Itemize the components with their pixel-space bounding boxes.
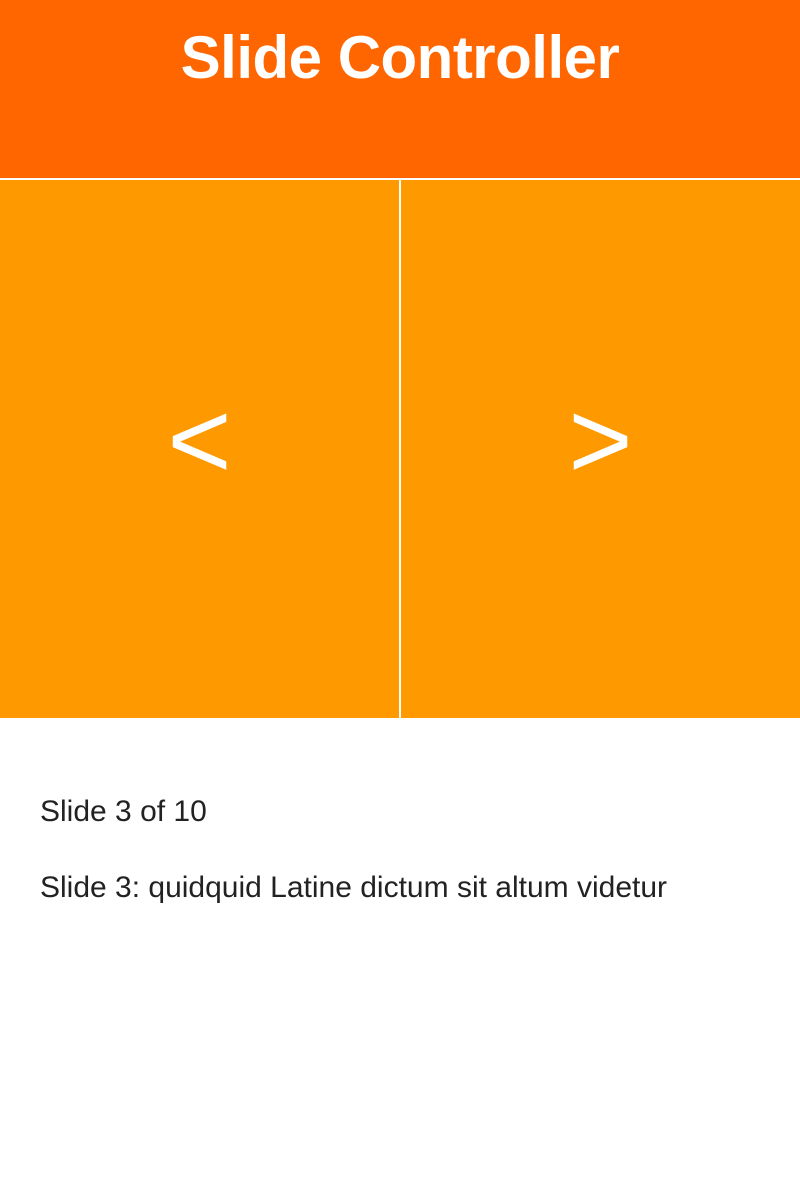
slide-caption: Slide 3: quidquid Latine dictum sit altu… — [40, 871, 668, 904]
chevron-left-icon: < — [167, 379, 232, 502]
app-header: Slide Controller — [0, 0, 800, 180]
slide-info: Slide 3 of 10 Slide 3: quidquid Latine d… — [0, 718, 800, 906]
previous-slide-button[interactable]: < — [0, 180, 399, 718]
slide-controls: < > — [0, 180, 800, 718]
slide-counter: Slide 3 of 10 — [40, 795, 207, 828]
next-slide-button[interactable]: > — [401, 180, 800, 718]
page-title: Slide Controller — [180, 24, 620, 91]
chevron-right-icon: > — [568, 379, 633, 502]
